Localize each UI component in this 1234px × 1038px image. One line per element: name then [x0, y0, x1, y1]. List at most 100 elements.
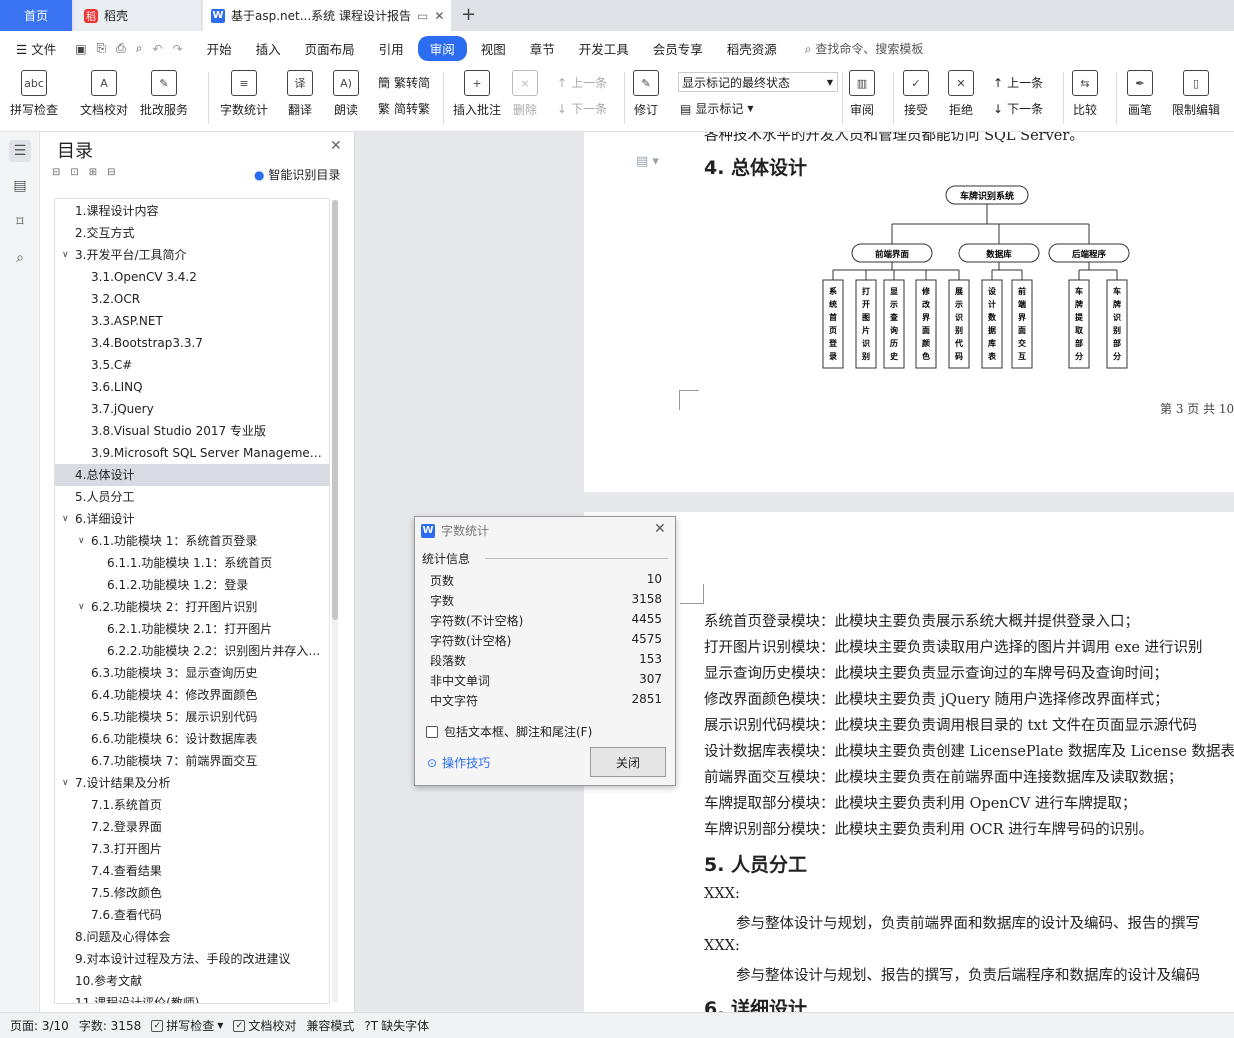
toc-item[interactable]: ∨ 7.设计结果及分析: [55, 772, 329, 794]
dialog-titlebar[interactable]: W 字数统计: [421, 522, 489, 539]
compare-button[interactable]: ⇆ 比较: [1072, 70, 1098, 118]
tab-daoke[interactable]: 稻稻壳: [74, 0, 201, 31]
toc-item[interactable]: 11.课程设计评价(教师): [55, 992, 329, 1003]
expand-level-icon[interactable]: ⊡: [70, 167, 78, 178]
chevron-down-icon[interactable]: ∨: [62, 772, 69, 794]
toc-item[interactable]: 3.8.Visual Studio 2017 专业版: [55, 420, 329, 442]
menu-item-1[interactable]: 插入: [246, 36, 291, 61]
paragraph-menu-icon[interactable]: ▤ ▾: [636, 154, 659, 169]
to-simplified-button[interactable]: 繁简转繁: [378, 100, 430, 117]
chevron-down-icon[interactable]: ∨: [62, 508, 69, 530]
toc-item[interactable]: 3.6.LINQ: [55, 376, 329, 398]
chevron-down-icon[interactable]: ∨: [78, 596, 85, 618]
add-heading-icon[interactable]: ⊞: [89, 167, 97, 178]
undo-icon[interactable]: ↶: [153, 42, 163, 56]
toc-item[interactable]: 7.5.修改颜色: [55, 882, 329, 904]
tips-link[interactable]: ⊙ 操作技巧: [427, 754, 490, 771]
toc-item[interactable]: 6.2.2.功能模块 2.2：识别图片并存入数据库: [55, 640, 329, 662]
search-box[interactable]: ⌕ 查找命令、搜索模板: [805, 40, 924, 57]
chevron-down-icon[interactable]: ∨: [78, 530, 85, 552]
translate-button[interactable]: 译翻译: [287, 70, 313, 118]
reject-button[interactable]: ✕ 拒绝: [948, 70, 974, 118]
to-traditional-button[interactable]: 簡繁转简: [378, 74, 430, 91]
menu-item-8[interactable]: 会员专享: [643, 36, 713, 61]
spellcheck-button[interactable]: abc 拼写检查: [10, 70, 58, 118]
toc-item[interactable]: 7.3.打开图片: [55, 838, 329, 860]
menu-item-0[interactable]: 开始: [197, 36, 242, 61]
toc-panel-icon[interactable]: ☰: [9, 140, 31, 162]
file-menu[interactable]: ☰ 文件: [6, 36, 66, 61]
toc-item[interactable]: 3.2.OCR: [55, 288, 329, 310]
batch-service-button[interactable]: ✎ 批改服务: [140, 70, 188, 118]
toc-item[interactable]: 3.7.jQuery: [55, 398, 329, 420]
redo-icon[interactable]: ↷: [173, 42, 183, 56]
toc-item[interactable]: 6.1.2.功能模块 1.2：登录: [55, 574, 329, 596]
tab-home[interactable]: 首页: [0, 0, 72, 31]
close-toc-icon[interactable]: ✕: [330, 138, 342, 154]
next-change-button[interactable]: ↓ 下一条: [993, 100, 1043, 117]
tab-document[interactable]: W 基于asp.net...系统 课程设计报告 ▭ ✕: [203, 0, 451, 31]
prev-comment-button[interactable]: ↑ 上一条: [557, 74, 607, 91]
menu-item-3[interactable]: 引用: [369, 36, 414, 61]
word-count-indicator[interactable]: 字数: 3158: [79, 1017, 141, 1034]
toc-scrollbar[interactable]: [332, 200, 338, 1002]
toc-item[interactable]: 8.问题及心得体会: [55, 926, 329, 948]
insert-comment-button[interactable]: + 插入批注: [453, 70, 501, 118]
chevron-down-icon[interactable]: ∨: [62, 244, 69, 266]
menu-item-5[interactable]: 视图: [471, 36, 516, 61]
chapter-panel-icon[interactable]: ▤: [9, 175, 31, 197]
menu-item-9[interactable]: 稻壳资源: [717, 36, 787, 61]
export-icon[interactable]: ⎘: [97, 41, 107, 56]
toc-item[interactable]: 3.1.OpenCV 3.4.2: [55, 266, 329, 288]
toc-item[interactable]: 3.4.Bootstrap3.3.7: [55, 332, 329, 354]
wordcount-button[interactable]: ≡ 字数统计: [220, 70, 268, 118]
toc-item[interactable]: 6.4.功能模块 4：修改界面颜色: [55, 684, 329, 706]
include-textbox-checkbox[interactable]: 包括文本框、脚注和尾注(F): [426, 723, 592, 740]
menu-item-2[interactable]: 页面布局: [295, 36, 365, 61]
pen-button[interactable]: ✒ 画笔: [1127, 70, 1153, 118]
toc-item[interactable]: 6.7.功能模块 7：前端界面交互: [55, 750, 329, 772]
monitor-icon[interactable]: ▭: [417, 9, 428, 23]
toc-item[interactable]: ∨ 6.2.功能模块 2：打开图片识别: [55, 596, 329, 618]
dialog-close-icon[interactable]: ✕: [654, 521, 666, 537]
toc-item[interactable]: 6.5.功能模块 5：展示识别代码: [55, 706, 329, 728]
doc-check-status[interactable]: ✓ 文档校对: [233, 1017, 296, 1034]
toc-item[interactable]: 10.参考文献: [55, 970, 329, 992]
accept-button[interactable]: ✓ 接受: [903, 70, 929, 118]
toc-item[interactable]: ∨ 6.详细设计: [55, 508, 329, 530]
toc-item[interactable]: 1.课程设计内容: [55, 200, 329, 222]
toc-item[interactable]: 4.总体设计: [55, 464, 329, 486]
toc-item[interactable]: 6.1.1.功能模块 1.1：系统首页: [55, 552, 329, 574]
collapse-all-icon[interactable]: ⊟: [52, 167, 60, 178]
menu-item-6[interactable]: 章节: [520, 36, 565, 61]
close-tab-icon[interactable]: ✕: [434, 9, 444, 23]
toc-item[interactable]: 6.2.1.功能模块 2.1：打开图片: [55, 618, 329, 640]
new-tab-button[interactable]: +: [461, 4, 476, 25]
toc-item[interactable]: ∨ 3.开发平台/工具简介: [55, 244, 329, 266]
toc-item[interactable]: 5.人员分工: [55, 486, 329, 508]
toc-item[interactable]: 9.对本设计过程及方法、手段的改进建议: [55, 948, 329, 970]
toc-item[interactable]: ∨ 6.1.功能模块 1：系统首页登录: [55, 530, 329, 552]
track-changes-button[interactable]: ✎ 修订: [633, 70, 659, 118]
prev-change-button[interactable]: ↑ 上一条: [993, 74, 1043, 91]
doc-check-button[interactable]: A 文档校对: [80, 70, 128, 118]
toc-item[interactable]: 7.4.查看结果: [55, 860, 329, 882]
toc-item[interactable]: 2.交互方式: [55, 222, 329, 244]
toc-item[interactable]: 3.3.ASP.NET: [55, 310, 329, 332]
toc-scrollbar-thumb[interactable]: [332, 200, 338, 620]
toc-item[interactable]: 7.2.登录界面: [55, 816, 329, 838]
restrict-edit-button[interactable]: ▯ 限制编辑: [1172, 70, 1220, 118]
print-icon[interactable]: ⎙: [116, 41, 126, 56]
save-icon[interactable]: ▣: [75, 42, 86, 56]
show-markup-button[interactable]: ▤ 显示标记 ▼: [680, 100, 754, 117]
find-icon[interactable]: ⌕: [9, 247, 31, 269]
bookmark-icon[interactable]: ⌑: [9, 211, 31, 233]
menu-item-4[interactable]: 审阅: [417, 36, 467, 61]
remove-heading-icon[interactable]: ⊟: [107, 167, 115, 178]
toc-item[interactable]: 3.9.Microsoft SQL Server Management Stud…: [55, 442, 329, 464]
read-aloud-button[interactable]: A) 朗读: [333, 70, 359, 118]
smart-toc-button[interactable]: ● 智能识别目录: [254, 166, 340, 183]
toc-item[interactable]: 7.6.查看代码: [55, 904, 329, 926]
toc-item[interactable]: 6.6.功能模块 6：设计数据库表: [55, 728, 329, 750]
dialog-close-button[interactable]: 关闭: [590, 747, 666, 777]
